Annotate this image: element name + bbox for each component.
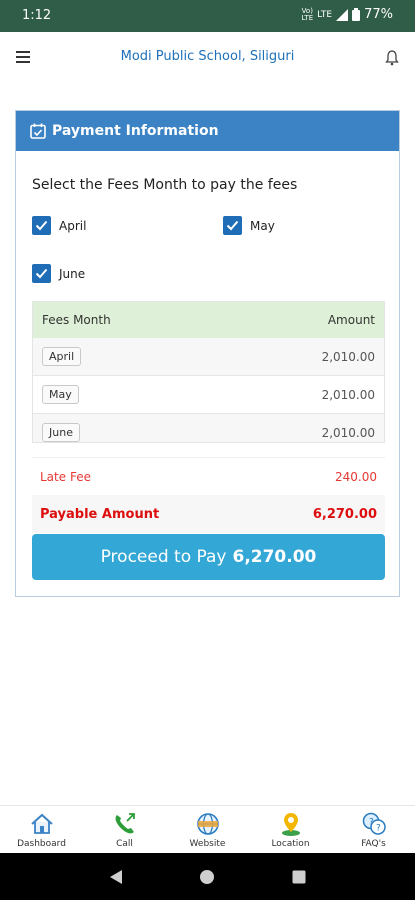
- month-tag: June: [42, 423, 80, 442]
- month-tag: April: [42, 347, 82, 366]
- recents-icon[interactable]: [291, 869, 307, 885]
- faq-icon: ? ?: [362, 812, 386, 835]
- checkbox-checked-icon[interactable]: [32, 264, 51, 283]
- row-amount: 2,010.00: [321, 349, 375, 364]
- school-title: Modi Public School, Siliguri: [120, 49, 295, 64]
- fees-month-instruction: Select the Fees Month to pay the fees: [32, 177, 298, 193]
- battery-icon: [352, 8, 361, 21]
- late-fee-row: Late Fee 240.00: [32, 457, 385, 495]
- proceed-label: Proceed to Pay: [100, 547, 227, 567]
- nav-label: FAQ's: [361, 838, 386, 849]
- phone-icon: [115, 812, 135, 833]
- payable-amount-value: 6,270.00: [312, 506, 377, 522]
- table-row: May 2,010.00: [33, 376, 384, 414]
- table-row: June 2,010.00: [33, 414, 384, 442]
- network-type: LTE: [317, 9, 333, 20]
- battery-percent: 77%: [364, 7, 393, 22]
- volte-indicator: Vo) LTE: [301, 7, 314, 22]
- nav-dashboard[interactable]: Dashboard: [7, 811, 77, 849]
- app-bar: Modi Public School, Siliguri: [0, 32, 415, 86]
- payable-amount-row: Payable Amount 6,270.00: [32, 495, 385, 533]
- checkbox-april[interactable]: April: [32, 216, 86, 235]
- bell-icon[interactable]: [385, 50, 399, 66]
- checkbox-label: April: [59, 218, 87, 233]
- checkbox-label: May: [250, 218, 275, 233]
- proceed-to-pay-button[interactable]: Proceed to Pay 6,270.00: [32, 534, 385, 580]
- status-bar: 1:12 Vo) LTE LTE 77%: [0, 0, 415, 32]
- row-amount: 2,010.00: [321, 387, 375, 402]
- column-header-fees-month: Fees Month: [42, 313, 111, 327]
- nav-faqs[interactable]: ? ? FAQ's: [339, 811, 409, 849]
- row-amount: 2,010.00: [321, 425, 375, 440]
- status-time: 1:12: [22, 8, 52, 23]
- fees-table[interactable]: Fees Month Amount April 2,010.00 May 2,0…: [32, 301, 385, 443]
- volte-bottom: LTE: [301, 13, 314, 22]
- card-header-title: Payment Information: [52, 123, 219, 139]
- nav-call[interactable]: Call: [90, 811, 160, 849]
- payable-amount-label: Payable Amount: [40, 506, 160, 522]
- column-header-amount: Amount: [327, 313, 375, 327]
- nav-location[interactable]: Location: [256, 811, 326, 849]
- proceed-amount: 6,270.00: [232, 547, 317, 567]
- back-icon[interactable]: [108, 869, 124, 885]
- late-fee-value: 240.00: [335, 469, 377, 484]
- bottom-navigation: Dashboard Call Website Location ? ? FAQ'…: [0, 805, 415, 853]
- svg-text:?: ?: [369, 817, 374, 827]
- nav-label: Dashboard: [17, 838, 66, 849]
- checkbox-checked-icon[interactable]: [32, 216, 51, 235]
- checkbox-label: June: [59, 266, 86, 281]
- location-pin-icon: [281, 812, 300, 836]
- home-icon: [30, 813, 53, 834]
- nav-label: Location: [271, 838, 310, 849]
- globe-icon: [196, 812, 219, 835]
- table-header: Fees Month Amount: [33, 302, 384, 338]
- month-tag: May: [42, 385, 79, 404]
- home-circle-icon[interactable]: [199, 869, 215, 885]
- status-icons: Vo) LTE LTE 77%: [301, 7, 393, 22]
- nav-label: Website: [189, 838, 226, 849]
- nav-label: Call: [116, 838, 133, 849]
- system-navigation-bar: [0, 853, 415, 900]
- svg-text:?: ?: [376, 823, 381, 833]
- table-row: April 2,010.00: [33, 338, 384, 376]
- checkbox-june[interactable]: June: [32, 264, 85, 283]
- nav-website[interactable]: Website: [173, 811, 243, 849]
- signal-icon: [336, 8, 349, 21]
- late-fee-label: Late Fee: [40, 469, 91, 484]
- checkbox-checked-icon[interactable]: [223, 216, 242, 235]
- card-header: Payment Information: [16, 111, 399, 151]
- calendar-check-icon: [30, 123, 46, 139]
- payment-card: Payment Information Select the Fees Mont…: [15, 110, 400, 597]
- checkbox-may[interactable]: May: [223, 216, 275, 235]
